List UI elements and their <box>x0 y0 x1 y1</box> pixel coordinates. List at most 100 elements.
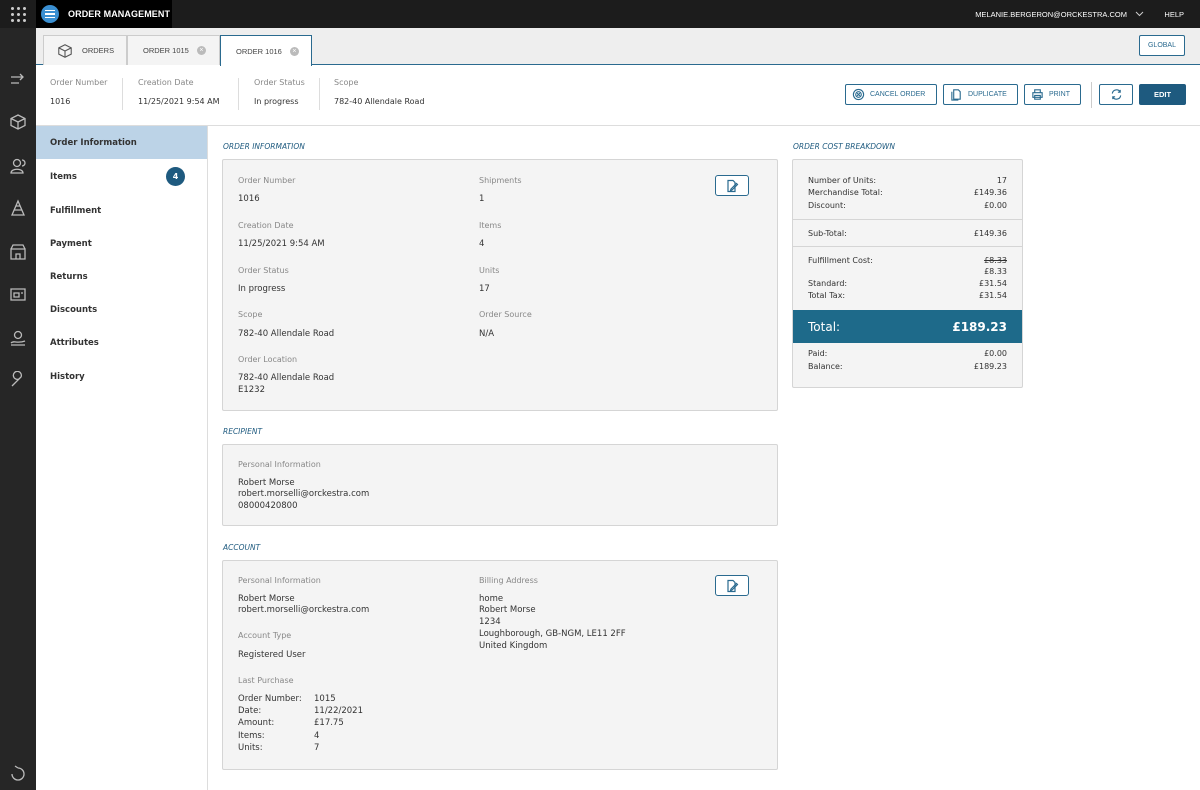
last-purchase-label: Last Purchase <box>238 676 294 685</box>
button-label: PRINT <box>1049 91 1070 98</box>
cost-label: Sub-Total: <box>808 229 847 238</box>
inventory-icon[interactable] <box>8 284 28 304</box>
global-button[interactable]: GLOBAL <box>1139 35 1185 56</box>
sidenav-item-history[interactable]: History <box>36 360 207 393</box>
tab-order-1016[interactable]: ORDER 1016 × <box>220 35 312 66</box>
cost-paid-row: Paid: £0.00 <box>808 349 1007 358</box>
field-label: Order Number <box>50 78 108 87</box>
chevron-down-icon <box>1135 11 1144 17</box>
sidenav-item-order-information[interactable]: Order Information <box>36 126 207 159</box>
promotions-icon[interactable] <box>8 328 28 348</box>
cost-value: £31.54 <box>979 291 1007 300</box>
app-launcher-button[interactable] <box>0 0 36 28</box>
cost-value: £0.00 <box>984 201 1007 210</box>
order-source-value: N/A <box>479 329 495 339</box>
account-type-value: Registered User <box>238 650 306 660</box>
cancel-order-button[interactable]: CANCEL ORDER <box>845 84 937 105</box>
duplicate-button[interactable]: DUPLICATE <box>943 84 1018 105</box>
scope-value: 782-40 Allendale Road <box>238 329 335 339</box>
navigate-arrow-icon[interactable] <box>8 70 28 90</box>
tab-label: ORDER 1015 <box>143 46 189 55</box>
shipments-label: Shipments <box>479 176 522 185</box>
cost-value: 17 <box>996 176 1007 185</box>
recipient-title: RECIPIENT <box>223 427 263 436</box>
order-header: Order Number 1016 Creation Date 11/25/20… <box>36 66 1200 126</box>
field-value: 11/25/2021 9:54 AM <box>138 97 220 106</box>
refresh-spinner-icon[interactable] <box>8 764 28 784</box>
cost-fulfillment-row: Fulfillment Cost: £8.33 <box>808 256 1007 265</box>
billing-line: Loughborough, GB-NGM, LE11 2FF <box>479 629 626 639</box>
cost-label: Paid: <box>808 349 828 358</box>
tab-label: ORDERS <box>82 46 115 55</box>
nav-label: History <box>50 371 85 382</box>
creation-date-value: 11/25/2021 9:54 AM <box>238 239 325 249</box>
order-sidenav: Order Information Items 4 Fulfillment Pa… <box>36 126 208 790</box>
divider <box>793 246 1022 247</box>
close-icon[interactable]: × <box>196 46 206 55</box>
last-purchase-key: Units: <box>238 743 263 753</box>
tab-orders[interactable]: ORDERS <box>43 35 127 65</box>
button-label: DUPLICATE <box>968 91 1007 98</box>
billing-line: 1234 <box>479 617 501 627</box>
sidenav-item-discounts[interactable]: Discounts <box>36 293 207 326</box>
cost-value: £149.36 <box>973 229 1007 238</box>
hierarchy-icon[interactable] <box>8 198 28 218</box>
total-value: £189.23 <box>952 319 1007 334</box>
sidenav-item-items[interactable]: Items 4 <box>36 160 207 193</box>
billing-line: home <box>479 594 504 604</box>
app-title: ORDER MANAGEMENT <box>68 9 171 19</box>
edit-order-info-button[interactable] <box>715 175 749 196</box>
billing-address-label: Billing Address <box>479 576 538 585</box>
billing-line: United Kingdom <box>479 641 548 651</box>
store-icon[interactable] <box>8 242 28 262</box>
refresh-button[interactable] <box>1099 84 1133 105</box>
cost-label: Fulfillment Cost: <box>808 256 873 265</box>
button-label: CANCEL ORDER <box>870 91 926 98</box>
print-button[interactable]: PRINT <box>1024 84 1081 105</box>
sidenav-item-payment[interactable]: Payment <box>36 227 207 260</box>
last-purchase-items: 4 <box>314 731 320 741</box>
cost-label: Total Tax: <box>808 291 846 300</box>
cost-value: £189.23 <box>973 362 1007 371</box>
close-icon[interactable]: × <box>289 46 299 56</box>
divider <box>319 78 320 110</box>
last-purchase-key: Items: <box>238 731 265 741</box>
edit-account-button[interactable] <box>715 575 749 596</box>
tab-order-1015[interactable]: ORDER 1015 × <box>127 35 220 65</box>
app-brand[interactable]: ORDER MANAGEMENT <box>36 0 172 28</box>
cost-breakdown-title: ORDER COST BREAKDOWN <box>793 142 895 151</box>
nav-label: Fulfillment <box>50 205 102 216</box>
header-scope: Scope 782-40 Allendale Road <box>334 78 425 106</box>
header-order-number: Order Number 1016 <box>50 78 107 106</box>
orckestra-logo-icon <box>41 5 59 23</box>
field-label: Creation Date <box>138 78 194 87</box>
edit-button[interactable]: EDIT <box>1139 84 1186 105</box>
top-bar: ORDER MANAGEMENT MELANIE.BERGERON@ORCKES… <box>0 0 1200 28</box>
cost-merch-row: Merchandise Total: £149.36 <box>808 188 1007 197</box>
sidenav-item-attributes[interactable]: Attributes <box>36 326 207 359</box>
box-icon[interactable] <box>8 112 28 132</box>
account-panel: Personal Information Robert Morse robert… <box>222 560 778 770</box>
cost-total-bar: Total: £189.23 <box>793 310 1022 343</box>
order-location-label: Order Location <box>238 355 298 364</box>
order-location-line1: 782-40 Allendale Road <box>238 373 335 383</box>
field-label: Scope <box>334 78 359 87</box>
order-location-line2: E1232 <box>238 385 266 395</box>
sidenav-item-returns[interactable]: Returns <box>36 260 207 293</box>
cost-units-row: Number of Units: 17 <box>808 176 1007 185</box>
order-number-value: 1016 <box>238 194 260 204</box>
cost-label: Number of Units: <box>808 176 877 185</box>
divider <box>1091 82 1092 108</box>
creation-date-label: Creation Date <box>238 221 294 230</box>
wrench-icon[interactable] <box>8 370 28 390</box>
user-menu[interactable]: MELANIE.BERGERON@ORCKESTRA.COM <box>975 0 1144 28</box>
shipments-value: 1 <box>479 194 485 204</box>
order-information-title: ORDER INFORMATION <box>223 142 305 151</box>
header-creation-date: Creation Date 11/25/2021 9:54 AM <box>138 78 220 106</box>
cost-label: Standard: <box>808 279 848 288</box>
last-purchase-date: 11/22/2021 <box>314 706 363 716</box>
help-link[interactable]: HELP <box>1164 0 1184 28</box>
sidenav-item-fulfillment[interactable]: Fulfillment <box>36 194 207 227</box>
divider <box>793 219 1022 220</box>
customers-icon[interactable] <box>8 156 28 176</box>
